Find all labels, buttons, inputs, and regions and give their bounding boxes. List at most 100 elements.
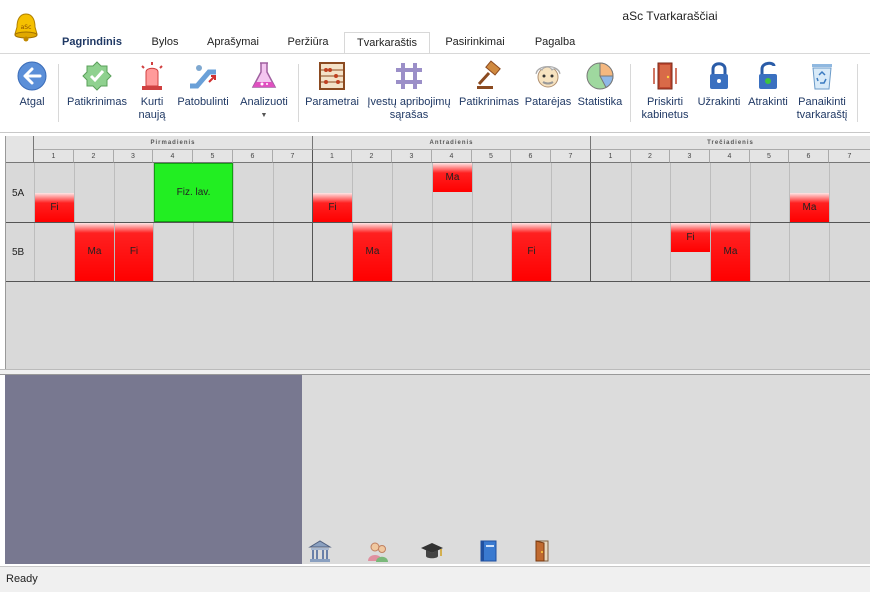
dropdown-caret-icon: ▼	[260, 112, 268, 119]
right-pane[interactable]	[302, 375, 870, 564]
improve-label: Patobulinti	[177, 96, 229, 108]
lock-button[interactable]: Užrakinti	[694, 60, 744, 109]
status-text: Ready	[6, 573, 38, 585]
padlock-closed-icon	[710, 62, 728, 89]
lock-label: Užrakinti	[697, 96, 741, 108]
day-header-tuesday: Antradienis	[313, 136, 591, 150]
advisor-button[interactable]: Patarėjas	[522, 60, 574, 109]
period-header: 7	[829, 150, 870, 163]
period-header: 4	[432, 150, 472, 163]
check-badge-icon	[82, 61, 112, 91]
period-header: 1	[591, 150, 631, 163]
constraints-label-1: Įvestų apribojimų	[367, 96, 451, 108]
period-header: 6	[511, 150, 551, 163]
unlock-button[interactable]: Atrakinti	[744, 60, 792, 109]
lesson-card[interactable]: Fiz. lav.	[154, 163, 233, 222]
tab-pagalba[interactable]: Pagalba	[524, 32, 586, 53]
class-label-5a[interactable]: 5A	[6, 188, 34, 200]
back-button[interactable]: Atgal	[10, 60, 54, 109]
recycle-bin-icon	[812, 64, 832, 90]
lesson-card[interactable]: Fi	[512, 223, 551, 281]
improve-button[interactable]: Patobulinti	[172, 60, 234, 109]
period-header: 1	[313, 150, 352, 163]
delete-label-2: tvarkaraštį	[796, 109, 848, 121]
ribbon-separator	[857, 64, 858, 122]
create-new-button[interactable]: Kurti naują	[132, 60, 172, 122]
class-label-5b[interactable]: 5B	[6, 247, 34, 259]
lesson-card[interactable]: Ma	[711, 223, 750, 281]
lesson-card[interactable]: Fi	[313, 193, 352, 222]
period-header: 7	[551, 150, 591, 163]
lesson-card[interactable]: Ma	[75, 223, 114, 281]
day-header-monday: Pirmadienis	[34, 136, 313, 150]
room-door-icon[interactable]	[530, 539, 554, 563]
teachers-icon[interactable]	[366, 539, 390, 563]
constraints-label-2: sąrašas	[389, 109, 429, 121]
period-header: 7	[273, 150, 313, 163]
ribbon-separator	[298, 64, 299, 122]
period-header: 2	[631, 150, 670, 163]
unlock-label: Atrakinti	[748, 96, 788, 108]
status-bar: Ready	[0, 566, 870, 592]
pie-chart-icon	[586, 62, 614, 90]
tab-perziura[interactable]: Peržiūra	[278, 32, 338, 53]
assign-rooms-label-1: Priskirti	[646, 96, 684, 108]
parameters-label: Parametrai	[305, 96, 359, 108]
statistics-button[interactable]: Statistika	[574, 60, 626, 109]
analyze-label: Analizuoti	[240, 96, 288, 108]
door-icon	[653, 62, 677, 90]
period-header: 6	[233, 150, 273, 163]
create-new-label-2: naują	[138, 109, 166, 121]
flask-icon	[251, 62, 277, 88]
period-header: 5	[193, 150, 233, 163]
tab-bylos[interactable]: Bylos	[140, 32, 190, 53]
check2-button[interactable]: Patikrinimas	[456, 60, 522, 109]
period-header: 3	[392, 150, 432, 163]
left-pane[interactable]	[5, 375, 302, 564]
statistics-label: Statistika	[577, 96, 623, 108]
ribbon-separator	[630, 64, 631, 122]
delete-timetable-button[interactable]: Panaikinti tvarkaraštį	[792, 60, 852, 122]
abacus-icon	[319, 62, 345, 90]
analyze-dropdown[interactable]: Analizuoti ▼	[234, 60, 294, 122]
school-building-icon[interactable]	[308, 539, 332, 563]
lesson-card[interactable]: Ma	[353, 223, 392, 281]
ribbon-tab-bar: Pagrindinis Bylos Aprašymai Peržiūra Tva…	[0, 32, 870, 53]
lesson-card[interactable]: Ma	[790, 193, 829, 222]
parameters-button[interactable]: Parametrai	[302, 60, 362, 109]
padlock-open-icon	[759, 61, 777, 89]
book-icon[interactable]	[476, 539, 500, 563]
lesson-card[interactable]: Fi	[35, 193, 74, 222]
ribbon-toolbar: Atgal Patikrinimas Kurti naują Patobulin…	[0, 53, 870, 133]
lesson-card[interactable]: Fi	[115, 223, 153, 281]
period-header: 2	[74, 150, 114, 163]
timetable-grid[interactable]: Pirmadienis Antradienis Trečiadienis 1 2…	[5, 136, 870, 369]
create-new-label-1: Kurti	[140, 96, 164, 108]
period-header: 3	[114, 150, 153, 163]
tab-pasirinkimai[interactable]: Pasirinkimai	[436, 32, 514, 53]
title-bar: aSc aSc Tvarkaraščiai	[0, 0, 870, 42]
tab-aprasymai[interactable]: Aprašymai	[198, 32, 268, 53]
constraints-list-button[interactable]: Įvestų apribojimų sąrašas	[362, 60, 456, 122]
lesson-card[interactable]: Ma	[433, 163, 472, 192]
lesson-card[interactable]: Fi	[671, 223, 710, 252]
check-button[interactable]: Patikrinimas	[64, 60, 130, 109]
arrow-left-icon	[17, 61, 47, 91]
period-header: 4	[153, 150, 193, 163]
period-header: 3	[670, 150, 710, 163]
tab-tvarkarastis[interactable]: Tvarkaraštis	[344, 32, 430, 53]
assign-rooms-button[interactable]: Priskirti kabinetus	[634, 60, 696, 122]
tab-pagrindinis[interactable]: Pagrindinis	[52, 32, 132, 53]
grid-hash-icon	[396, 63, 422, 89]
row-separator	[6, 281, 870, 282]
advisor-label: Patarėjas	[524, 96, 572, 108]
period-header: 2	[352, 150, 392, 163]
period-header: 5	[472, 150, 511, 163]
day-header-wednesday: Trečiadienis	[591, 136, 870, 150]
alarm-light-icon	[141, 62, 163, 90]
graduation-cap-icon[interactable]	[420, 539, 444, 563]
period-header: 5	[750, 150, 789, 163]
assign-rooms-label-2: kabinetus	[641, 109, 689, 121]
gavel-icon	[477, 60, 501, 89]
back-label: Atgal	[19, 96, 45, 108]
